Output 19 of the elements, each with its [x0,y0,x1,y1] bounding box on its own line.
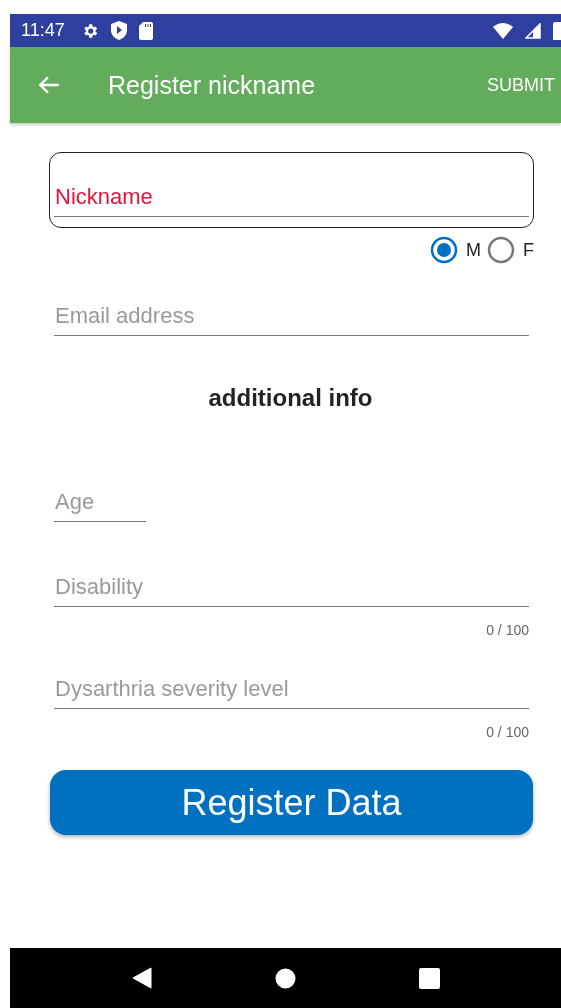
wifi-icon [493,22,513,39]
shield-play-icon [110,21,127,40]
back-icon[interactable] [131,967,152,989]
text-field[interactable]: Dysarthria severity level [54,676,529,709]
register-button[interactable]: Register Data [50,770,533,835]
character-counter: 0 / 100 [486,724,529,740]
signal-icon [525,22,541,39]
recents-icon[interactable] [418,967,440,989]
text-field[interactable]: Age [54,489,146,522]
email-field[interactable]: Email address [54,303,529,336]
battery-icon [553,21,561,40]
text-field[interactable]: Disability [54,574,529,607]
screen-title: Register nickname [108,70,317,100]
section-heading: additional info [207,384,374,412]
status-time: 11:47 [21,20,65,41]
character-counter: 0 / 100 [486,622,529,638]
nickname-field[interactable]: Nickname [49,152,534,228]
sd-card-icon [138,21,153,40]
home-icon[interactable] [274,967,296,989]
